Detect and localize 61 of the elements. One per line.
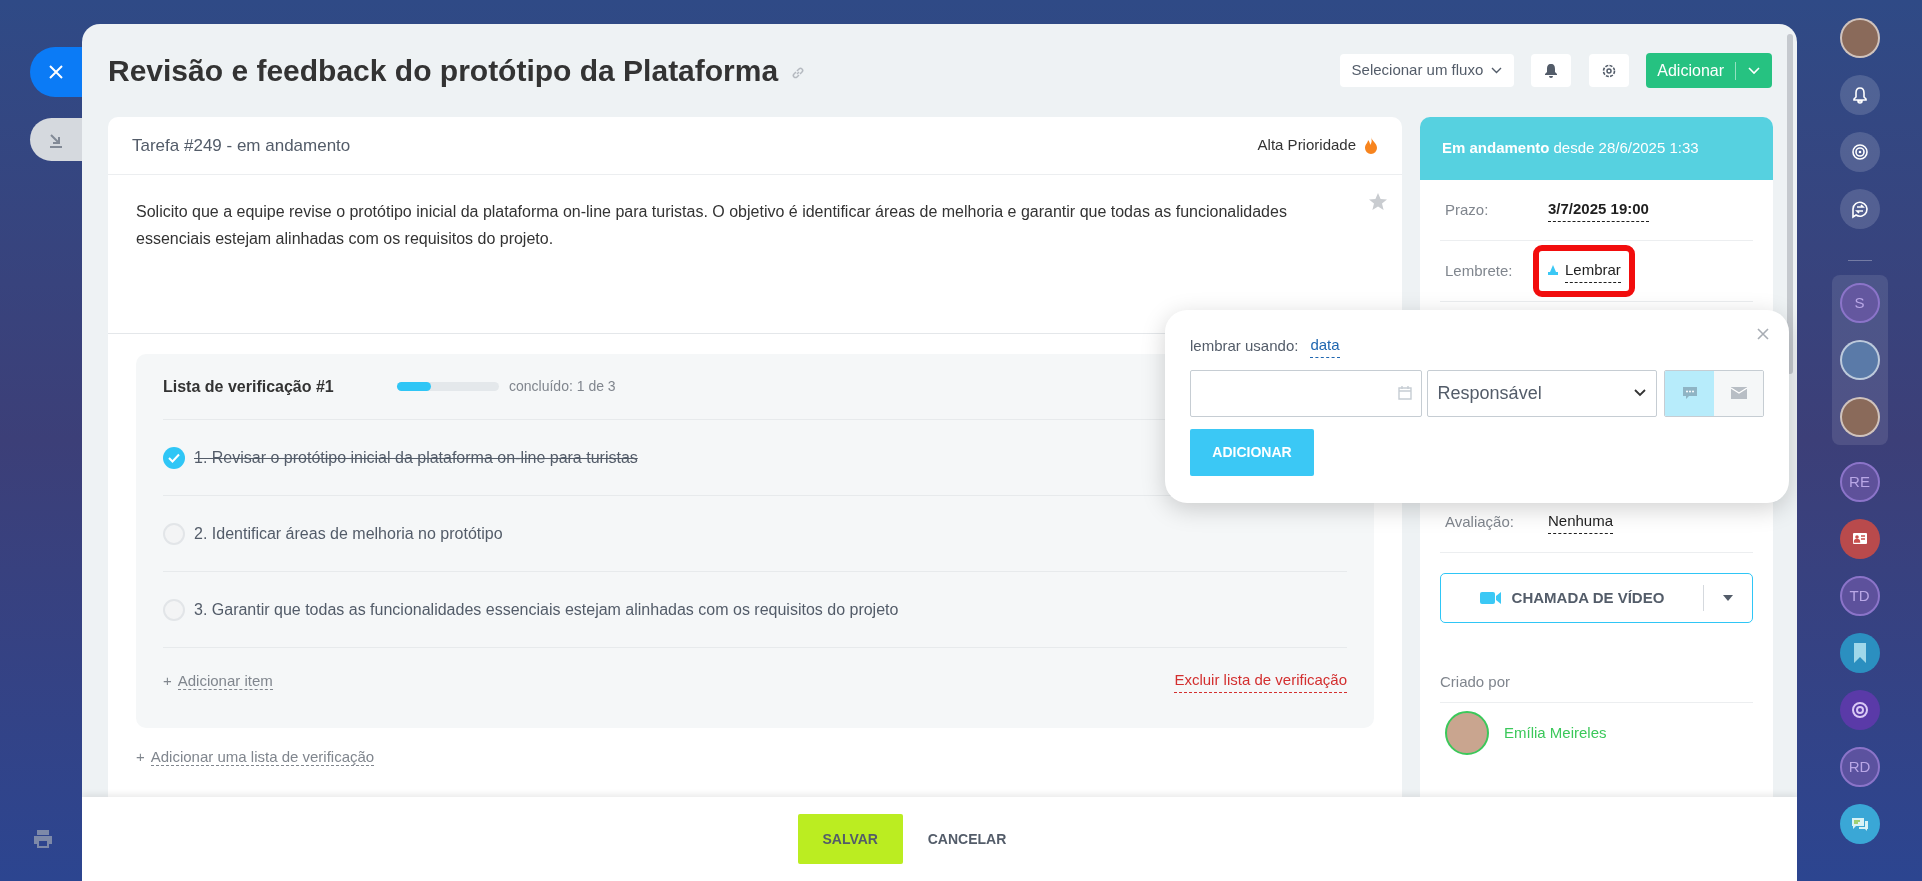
target-button[interactable] xyxy=(1839,132,1880,172)
chat-bubble-icon xyxy=(1681,385,1698,401)
date-field[interactable] xyxy=(1190,369,1422,417)
checklist-title: Lista de verificação #1 xyxy=(163,376,335,397)
add-item-link[interactable]: + Adicionar item xyxy=(163,669,273,693)
initials-avatar[interactable]: RE xyxy=(1839,462,1880,502)
bookmark-button[interactable] xyxy=(1839,633,1880,673)
field-label: Lembrete: xyxy=(1444,260,1514,281)
initials-avatar[interactable]: S xyxy=(1839,283,1880,323)
video-call-button[interactable]: CHAMADA DE VÍDEO xyxy=(1440,573,1753,623)
checkbox[interactable] xyxy=(163,446,185,469)
contact-card-button[interactable] xyxy=(1839,519,1880,559)
field-label: Avaliação: xyxy=(1444,511,1515,532)
mode-link[interactable]: data xyxy=(1310,334,1340,358)
deadline-link[interactable]: 3/7/2025 19:00 xyxy=(1548,198,1649,222)
rating-link[interactable]: Nenhuma xyxy=(1548,510,1614,534)
avatar[interactable] xyxy=(1839,397,1880,437)
checklist-item: 1. Revisar o protótipo inicial da plataforma on-line para turistas xyxy=(194,447,638,468)
checklist-item: 2. Identificar áreas de melhoria no protótipo xyxy=(194,523,503,544)
close-icon xyxy=(48,64,64,80)
settings-icon xyxy=(1601,62,1618,79)
reminder-link[interactable]: Lembrar xyxy=(1565,259,1621,283)
checklist-item: 3. Garantir que todas as funcionalidades essenciais estejam alinhadas com os requisitos do projeto xyxy=(194,599,899,620)
remind-label: lembrar usando: xyxy=(1190,335,1299,356)
initials-avatar[interactable]: RD xyxy=(1839,747,1880,787)
chevron-down-icon xyxy=(1491,67,1503,74)
recipient-select[interactable]: Responsável xyxy=(1426,369,1658,417)
printer-icon[interactable] xyxy=(32,828,54,850)
close-button[interactable] xyxy=(30,47,82,97)
initials-avatar[interactable]: TD xyxy=(1839,576,1880,616)
avatar[interactable] xyxy=(1839,18,1880,58)
add-checklist-link[interactable]: + Adicionar uma lista de verificação xyxy=(136,748,375,765)
created-by-label: Criado por xyxy=(1440,663,1753,703)
chevron-down-icon xyxy=(1748,66,1760,75)
envelope-icon xyxy=(1730,387,1747,399)
status-header: Em andamento desde 28/6/2025 1:33 xyxy=(1420,117,1773,180)
check-icon xyxy=(168,452,180,463)
window-title: Revisão e feedback do protótipo da Plataforma xyxy=(108,53,779,89)
video-camera-icon xyxy=(1479,591,1502,605)
star-icon[interactable] xyxy=(1368,192,1388,212)
notification-button[interactable] xyxy=(1531,54,1572,87)
task-number: Tarefa #249 - em andamento xyxy=(132,134,351,157)
save-button[interactable]: SALVAR xyxy=(797,814,903,864)
caret-icon[interactable] xyxy=(1723,595,1733,601)
priority-label: Alta Prioridade xyxy=(1257,135,1356,156)
collapse-arrow-icon xyxy=(48,131,64,148)
flame-icon xyxy=(1364,136,1378,155)
photo-placeholder[interactable] xyxy=(1839,340,1880,380)
field-label: Prazo: xyxy=(1444,199,1490,220)
settings-button[interactable] xyxy=(1589,54,1630,87)
notifications-button[interactable] xyxy=(1839,75,1880,115)
chevron-down-icon xyxy=(1634,389,1647,397)
delete-checklist-link[interactable]: Excluir lista de verificação xyxy=(1174,669,1347,693)
chat-swap-button[interactable] xyxy=(1839,189,1880,229)
minimize-button[interactable] xyxy=(30,118,82,161)
task-description: Solicito que a equipe revise o protótipo inicial da plataforma on-line para turistas. O objetivo é identificar áreas de melhoria e garantir que todas as funcionalidades essenciais estejam alinhadas com os requisitos do projeto. xyxy=(136,202,1288,249)
progress-text: concluído: 1 de 3 xyxy=(509,377,616,396)
avatar xyxy=(1445,711,1489,755)
flow-select[interactable]: Selecionar um fluxo xyxy=(1339,54,1515,87)
messages-button[interactable] xyxy=(1839,804,1880,844)
cancel-button[interactable]: CANCELAR xyxy=(922,814,1012,864)
